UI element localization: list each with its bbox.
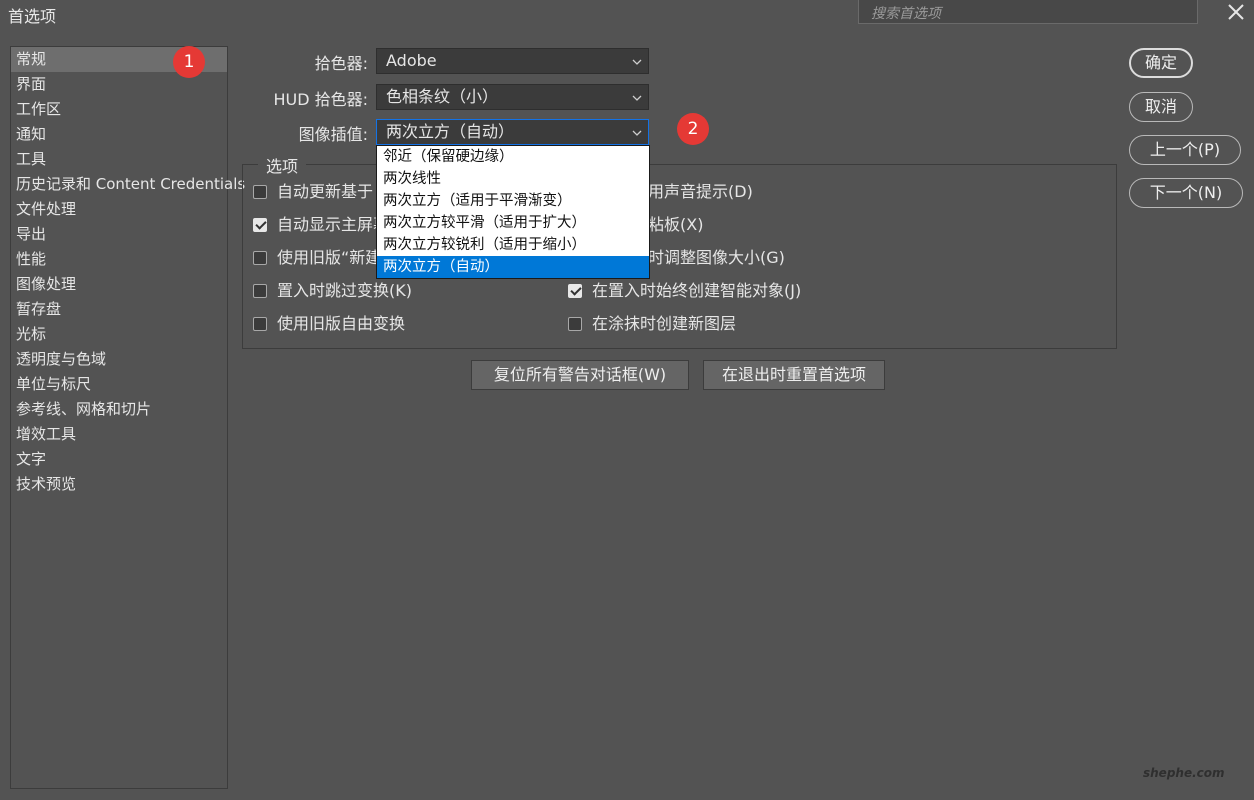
- sidebar-item-file-handling[interactable]: 文件处理: [11, 197, 227, 222]
- sidebar-item-history[interactable]: 历史记录和 Content Credentials: [11, 172, 245, 197]
- option-legacy-free-transform[interactable]: 使用旧版自由变换: [253, 312, 405, 336]
- dropdown-option-bicubic-auto[interactable]: 两次立方（自动）: [377, 256, 649, 278]
- checkbox[interactable]: [253, 184, 267, 199]
- sidebar-item-tech-previews[interactable]: 技术预览: [11, 472, 227, 497]
- close-icon[interactable]: [1222, 0, 1250, 26]
- reset-on-quit-button[interactable]: 在退出时重置首选项: [703, 360, 885, 390]
- dropdown-option-bilinear[interactable]: 两次线性: [377, 168, 649, 190]
- hud-picker-select[interactable]: 色相条纹（小）: [376, 84, 649, 110]
- next-button[interactable]: 下一个(N): [1129, 178, 1243, 208]
- prev-button[interactable]: 上一个(P): [1129, 135, 1241, 165]
- watermark: shephe.com: [1143, 766, 1225, 780]
- options-title: 选项: [258, 153, 307, 177]
- sidebar-item-notifications[interactable]: 通知: [11, 122, 227, 147]
- option-smart-object[interactable]: 在置入时始终创建智能对象(J): [568, 279, 801, 303]
- interpolation-value: 两次立方（自动）: [386, 122, 515, 141]
- checkbox[interactable]: [253, 283, 267, 298]
- sidebar-item-export[interactable]: 导出: [11, 222, 227, 247]
- option-skip-transform[interactable]: 置入时跳过变换(K): [253, 279, 412, 303]
- sidebar-item-plugins[interactable]: 增效工具: [11, 422, 227, 447]
- dropdown-option-bicubic-sharper[interactable]: 两次立方较锐利（适用于缩小）: [377, 234, 649, 256]
- checkbox[interactable]: [253, 316, 267, 331]
- search-input[interactable]: 搜索首选项: [858, 0, 1198, 24]
- sidebar-item-scratch-disks[interactable]: 暂存盘: [11, 297, 227, 322]
- sidebar-item-image-processing[interactable]: 图像处理: [11, 272, 227, 297]
- reset-warnings-button[interactable]: 复位所有警告对话框(W): [471, 360, 689, 390]
- title-bar: 首选项 搜索首选项: [0, 0, 1254, 28]
- step-badge-2: 2: [677, 113, 709, 145]
- option-auto-show-home[interactable]: 自动显示主屏幕: [253, 213, 389, 237]
- checkbox[interactable]: [568, 316, 582, 331]
- cancel-button[interactable]: 取消: [1129, 92, 1193, 122]
- color-picker-value: Adobe: [386, 51, 437, 70]
- dropdown-option-bicubic-smooth-gradients[interactable]: 两次立方（适用于平滑渐变）: [377, 190, 649, 212]
- option-beep[interactable]: 用声音提示(D): [648, 180, 753, 204]
- checkbox-checked[interactable]: [568, 283, 582, 298]
- sidebar-item-guides[interactable]: 参考线、网格和切片: [11, 397, 227, 422]
- hud-picker-value: 色相条纹（小）: [386, 87, 499, 106]
- sidebar-item-workspace[interactable]: 工作区: [11, 97, 227, 122]
- sidebar-item-units[interactable]: 单位与标尺: [11, 372, 227, 397]
- chevron-down-icon: [632, 49, 642, 73]
- step-badge-1: 1: [173, 46, 205, 78]
- interpolation-select[interactable]: 两次立方（自动）: [376, 119, 649, 145]
- sidebar-item-cursors[interactable]: 光标: [11, 322, 227, 347]
- option-resize-on-paste[interactable]: 时调整图像大小(G): [648, 246, 785, 270]
- option-new-layer-smudge[interactable]: 在涂抹时创建新图层: [568, 312, 736, 336]
- sidebar-item-tools[interactable]: 工具: [11, 147, 227, 172]
- sidebar-item-transparency[interactable]: 透明度与色域: [11, 347, 227, 372]
- chevron-down-icon: [632, 85, 642, 109]
- window-title: 首选项: [8, 7, 57, 26]
- hud-picker-label: HUD 拾色器:: [273, 90, 368, 109]
- interpolation-label: 图像插值:: [298, 125, 368, 144]
- sidebar: 常规 界面 工作区 通知 工具 历史记录和 Content Credential…: [10, 46, 245, 789]
- option-export-clipboard[interactable]: 粘板(X): [648, 213, 703, 237]
- option-auto-update[interactable]: 自动更新基于: [253, 180, 373, 204]
- checkbox-checked[interactable]: [253, 217, 267, 232]
- option-legacy-new[interactable]: 使用旧版“新建: [253, 246, 381, 270]
- color-picker-select[interactable]: Adobe: [376, 48, 649, 74]
- chevron-down-icon: [632, 120, 642, 144]
- dropdown-option-bicubic-smoother[interactable]: 两次立方较平滑（适用于扩大）: [377, 212, 649, 234]
- interpolation-dropdown-list: 邻近（保留硬边缘） 两次线性 两次立方（适用于平滑渐变） 两次立方较平滑（适用于…: [376, 145, 650, 279]
- sidebar-item-performance[interactable]: 性能: [11, 247, 227, 272]
- ok-button[interactable]: 确定: [1129, 48, 1193, 78]
- sidebar-item-type[interactable]: 文字: [11, 447, 227, 472]
- color-picker-label: 拾色器:: [314, 54, 368, 73]
- dropdown-option-nearest[interactable]: 邻近（保留硬边缘）: [377, 146, 649, 168]
- checkbox[interactable]: [253, 250, 267, 265]
